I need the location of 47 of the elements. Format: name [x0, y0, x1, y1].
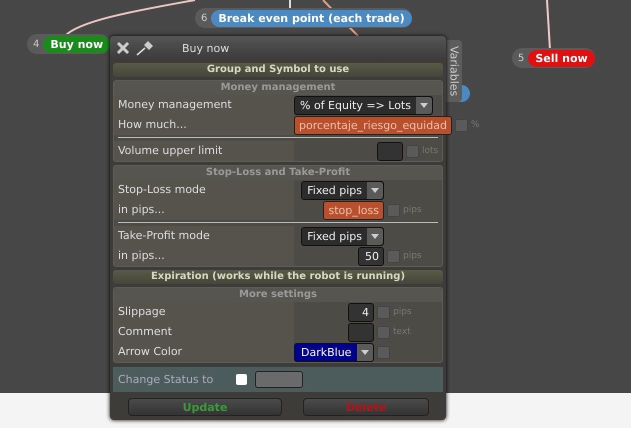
caret-icon	[371, 188, 379, 192]
node-label: Sell now	[528, 50, 595, 66]
input-field[interactable]	[348, 322, 374, 342]
input-field[interactable]: 50	[358, 246, 384, 266]
group-title: Stop-Loss and Take-Profit	[114, 166, 442, 180]
status-field[interactable]	[255, 371, 303, 388]
input-field[interactable]	[377, 142, 403, 160]
field-label: Take-Profit mode	[114, 226, 294, 246]
dropdown[interactable]: % of Equity => Lots	[294, 96, 433, 114]
variable-field[interactable]: stop_loss	[323, 200, 384, 220]
field-label: in pips...	[114, 200, 294, 220]
field-label: Volume upper limit	[114, 141, 294, 161]
node-number: 4	[33, 38, 40, 50]
variables-tab[interactable]: Variables	[446, 40, 462, 102]
update-button[interactable]: Update	[128, 398, 282, 416]
field-label: Arrow Color	[114, 342, 294, 362]
field-label: How much...	[114, 115, 294, 135]
node-label: Buy now	[43, 36, 110, 52]
caret-icon	[361, 350, 370, 354]
status-label: Change Status to	[118, 373, 214, 386]
caret-icon	[420, 102, 428, 108]
node-number: 5	[518, 52, 524, 64]
node-number: 6	[201, 12, 208, 24]
color-dropdown[interactable]: DarkBlue	[294, 342, 374, 362]
field-label: Stop-Loss mode	[114, 180, 294, 200]
node-pill[interactable]: 4 Buy now	[27, 34, 110, 54]
variable-field[interactable]: porcentaje_riesgo_equidad	[294, 116, 452, 134]
section-header[interactable]: Group and Symbol to use	[113, 63, 443, 77]
node-pill[interactable]: 5 Sell now	[512, 48, 595, 68]
field-label: Slippage	[114, 302, 294, 322]
pin-icon[interactable]	[136, 40, 154, 56]
dropdown[interactable]: Fixed pips	[301, 226, 384, 246]
close-icon[interactable]	[116, 41, 130, 55]
group-title: More settings	[114, 288, 442, 302]
section-header[interactable]: Expiration (works while the robot is running)	[113, 270, 443, 284]
field-label: Comment	[114, 322, 294, 342]
field-label: Money management	[114, 95, 294, 115]
dropdown[interactable]: Fixed pips	[301, 180, 384, 200]
field-label: in pips...	[114, 246, 294, 266]
group-title: Money management	[114, 81, 442, 95]
checkbox[interactable]	[236, 374, 247, 385]
node-pill[interactable]: 6 Break even point (each trade)	[195, 8, 412, 28]
caret-icon	[371, 234, 379, 238]
unit-label: %	[470, 120, 480, 130]
window-title: Buy now	[182, 42, 230, 54]
input-field[interactable]: 4	[348, 302, 374, 322]
node-label: Break even point (each trade)	[211, 10, 412, 26]
